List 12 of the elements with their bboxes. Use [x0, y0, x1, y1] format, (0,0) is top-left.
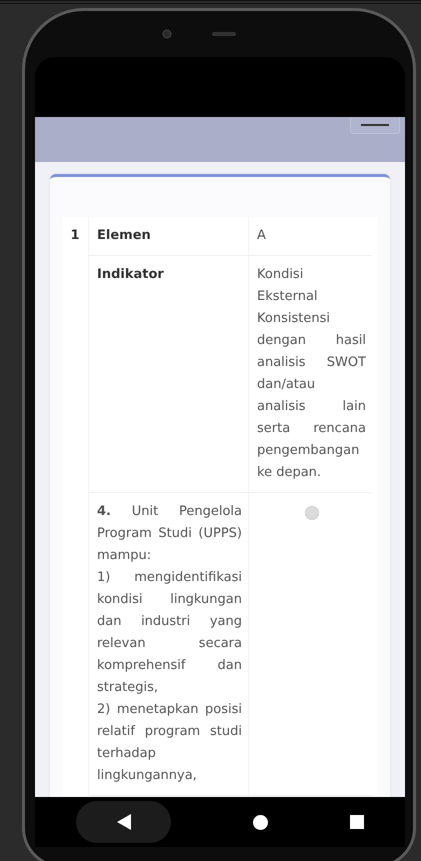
- radio-button[interactable]: [304, 506, 318, 520]
- speaker-icon: [212, 32, 236, 36]
- camera-icon: [162, 29, 172, 39]
- criterion-text: 4. Unit Pengelola Program Studi (UPPS) mampu: 1) mengidentifikasi kondisi lingkungan dan industri yang relevan secara komprehensif dan strategis, 2) menetapkan posisi relatif program studi terhadap lingkungannya,: [97, 503, 242, 785]
- field-value: A: [257, 227, 267, 245]
- back-icon[interactable]: [116, 814, 130, 830]
- home-icon[interactable]: [253, 814, 268, 830]
- field-label: Indikator: [97, 267, 164, 282]
- row-number: 1: [70, 228, 80, 243]
- menu-button[interactable]: [350, 117, 400, 134]
- field-value: Kondisi Eksternal Konsistensi dengan hasil analisis SWOT dan/atau analisis lain serta rencana pengembangan ke depan.: [257, 266, 366, 482]
- field-label: Elemen: [97, 228, 151, 243]
